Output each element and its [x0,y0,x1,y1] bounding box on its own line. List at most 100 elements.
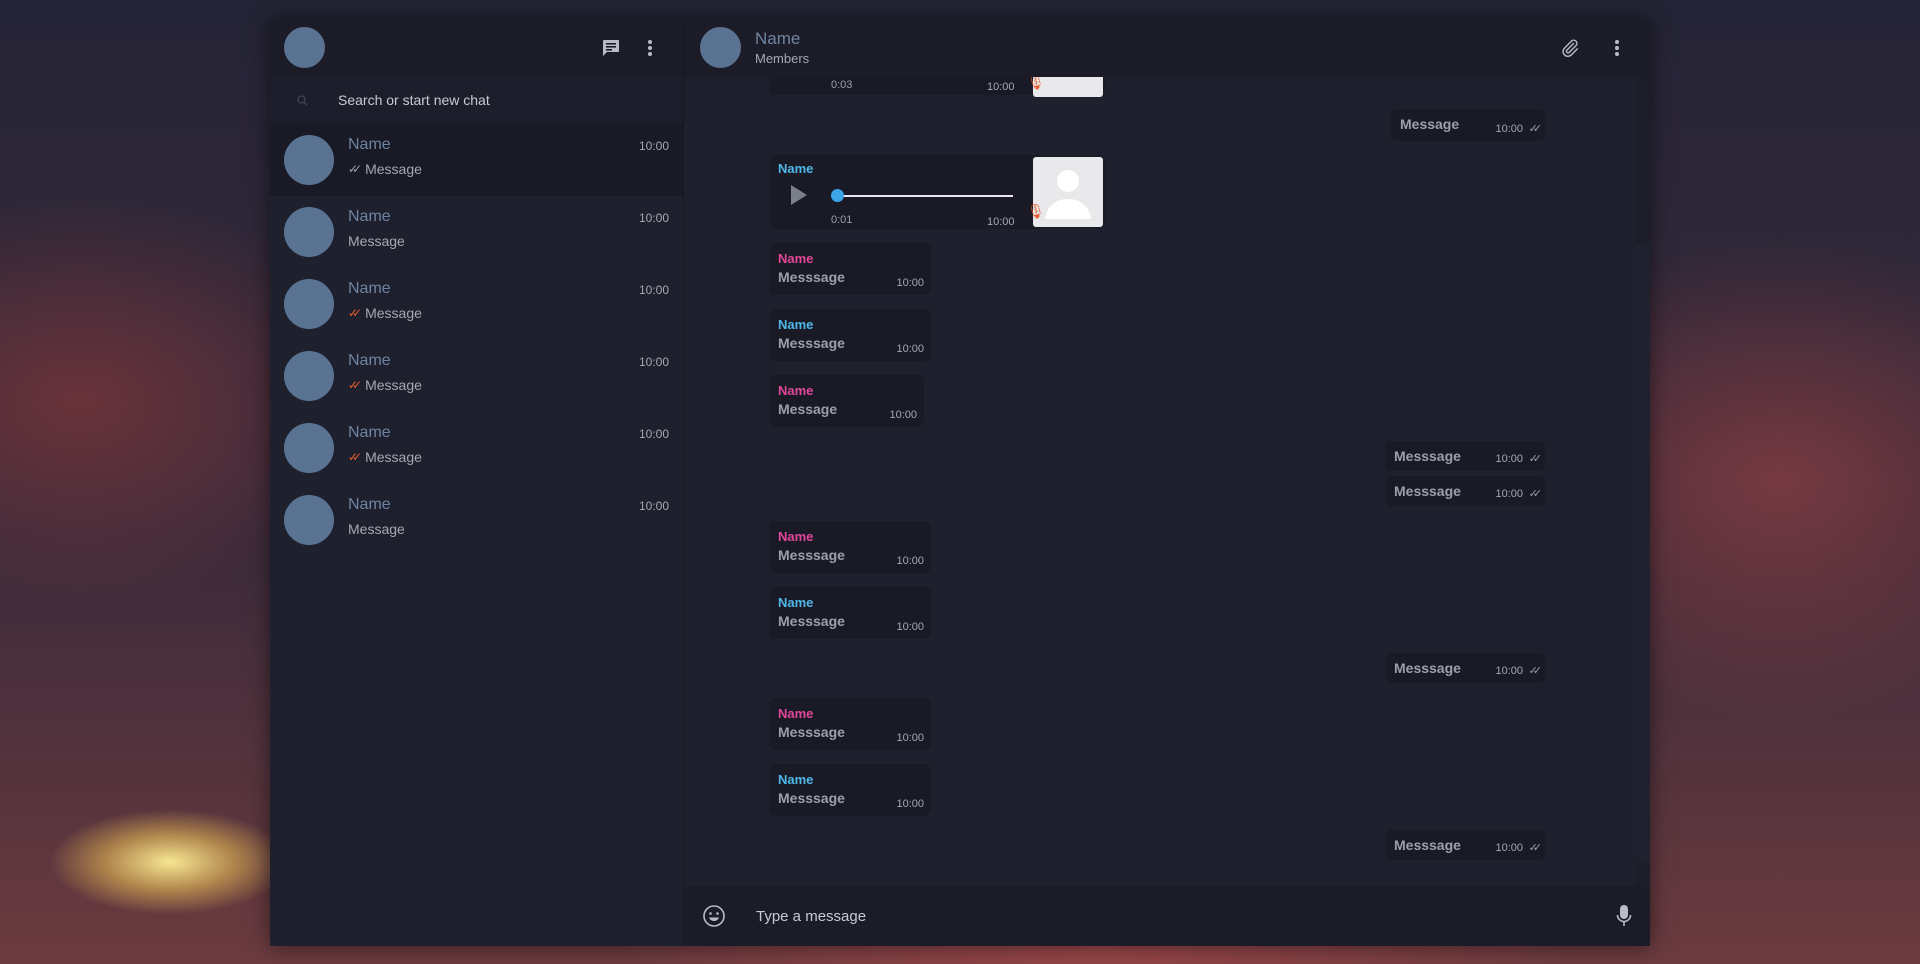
chat-preview: Message [365,161,422,177]
message-text: Messsage [778,613,845,629]
sender-name: Name [778,161,814,176]
chat-time: 10:00 [638,499,669,513]
play-icon[interactable] [791,185,807,205]
new-chat-icon[interactable] [601,38,621,58]
message-input[interactable] [754,906,1616,926]
message-text: Message [1400,116,1460,132]
sidebar: Name 10:00 ✓✓Message Name 10:00 Message … [270,18,684,946]
chat-list-item[interactable]: Name 10:00 Message [270,484,683,556]
chat-name: Name [348,280,391,297]
chat-name: Name [348,424,391,441]
message-time: 10:00 [896,621,924,633]
outgoing-message[interactable]: Messsage 10:00 ✓✓ [1385,441,1545,471]
voice-progress-handle[interactable] [831,189,844,202]
message-text: Messsage [778,547,845,563]
incoming-message[interactable]: Name Messsage 10:00 [769,309,931,361]
chat-list-item[interactable]: Name 10:00 ✓✓ Message [270,268,683,340]
message-text: Messsage [778,269,845,285]
sidebar-header [270,18,683,77]
chat-list-item[interactable]: Name 10:00 Message [270,196,683,268]
chat-name: Name [348,136,391,153]
message-text: Messsage [1394,837,1461,853]
message-composer [684,886,1650,946]
outgoing-message[interactable]: Messsage 10:00 ✓✓ [1385,830,1545,860]
scrollbar-thumb[interactable] [1636,243,1650,863]
chat-time: 10:00 [638,427,669,441]
chat-preview: Message [365,305,422,321]
outgoing-message[interactable]: Messsage 10:00 ✓✓ [1385,653,1545,683]
message-text: Messsage [1394,660,1461,676]
chat-time: 10:00 [638,283,669,297]
message-time: 10:00 [1495,842,1523,854]
scrollbar[interactable] [1636,77,1650,886]
voice-progress-track[interactable] [833,195,1013,197]
double-check-icon: ✓✓ [1528,488,1543,500]
chat-preview: Message [348,521,405,537]
incoming-message[interactable]: Name Message 10:00 [769,375,924,427]
voice-message: Name 0:01 10:00 🎙 [769,155,1105,229]
message-time: 10:00 [896,277,924,289]
outgoing-message[interactable]: Message 10:00 ✓✓ [1391,109,1545,141]
message-text: Message [778,401,838,417]
outgoing-message[interactable]: Messsage 10:00 ✓✓ [1385,476,1545,506]
emoji-icon[interactable] [702,904,726,928]
incoming-message[interactable]: Name Messsage 10:00 [769,587,931,639]
conversation-header: Name Members [684,18,1650,77]
sender-name: Name [778,383,814,398]
double-check-icon: ✓✓ [348,162,362,176]
chat-preview: Message [365,377,422,393]
message-time: 10:00 [987,81,1015,93]
message-time: 10:00 [1495,453,1523,465]
chat-list-item[interactable]: Name 10:00 ✓✓ Message [270,340,683,412]
double-check-icon: ✓✓ [348,306,362,320]
double-check-icon: ✓✓ [1528,453,1543,465]
chat-preview: Message [365,449,422,465]
double-check-icon: ✓✓ [1528,665,1543,677]
search-input[interactable] [336,91,640,109]
message-time: 10:00 [987,216,1015,228]
conversation-title[interactable]: Name Members [755,29,809,66]
chat-name: Name [348,208,391,225]
microphone-icon[interactable] [1616,904,1632,928]
message-list[interactable]: 0:03 10:00 🎙 Message 10:00 ✓✓ Name 0:01 … [684,77,1650,886]
message-time: 10:00 [896,798,924,810]
chat-list: Name 10:00 ✓✓ Message Name 10:00 Message … [270,124,683,946]
message-text: Messsage [778,335,845,351]
double-check-icon: ✓✓ [348,378,362,392]
menu-dots-icon[interactable] [1614,39,1620,57]
sender-name: Name [778,317,814,332]
conversation-panel: Name Members 0:03 10:00 🎙 Message 10:00 … [684,18,1650,946]
chat-name: Name [348,496,391,513]
message-time: 10:00 [1495,123,1523,135]
search-bar [270,77,683,124]
paperclip-icon[interactable] [1560,38,1580,58]
conversation-members: Members [755,51,810,66]
voice-duration: 0:01 [831,214,853,226]
microphone-icon: 🎙 [1027,77,1045,90]
sender-name: Name [778,772,814,787]
avatar [284,135,334,185]
double-check-icon: ✓✓ [1528,123,1543,135]
incoming-message[interactable]: Name Messsage 10:00 [769,243,931,295]
menu-dots-icon[interactable] [647,39,653,57]
chat-preview: Message [348,233,405,249]
my-avatar[interactable] [284,27,325,68]
sender-name: Name [778,706,814,721]
sender-name: Name [778,595,814,610]
group-avatar[interactable] [700,27,741,68]
chat-app-window: Name 10:00 ✓✓Message Name 10:00 Message … [270,18,1650,946]
avatar [284,207,334,257]
chat-list-item[interactable]: Name 10:00 ✓✓ Message [270,412,683,484]
chat-name: Name [348,352,391,369]
message-time: 10:00 [896,555,924,567]
chat-list-item[interactable]: Name 10:00 ✓✓ Message [270,124,683,196]
sender-name: Name [778,529,814,544]
message-time: 10:00 [1495,665,1523,677]
sender-name: Name [778,251,814,266]
search-icon [294,94,310,106]
avatar [284,495,334,545]
incoming-message[interactable]: Name Messsage 10:00 [769,764,931,816]
incoming-message[interactable]: Name Messsage 10:00 [769,698,931,750]
incoming-message[interactable]: Name Messsage 10:00 [769,521,931,573]
avatar [284,279,334,329]
